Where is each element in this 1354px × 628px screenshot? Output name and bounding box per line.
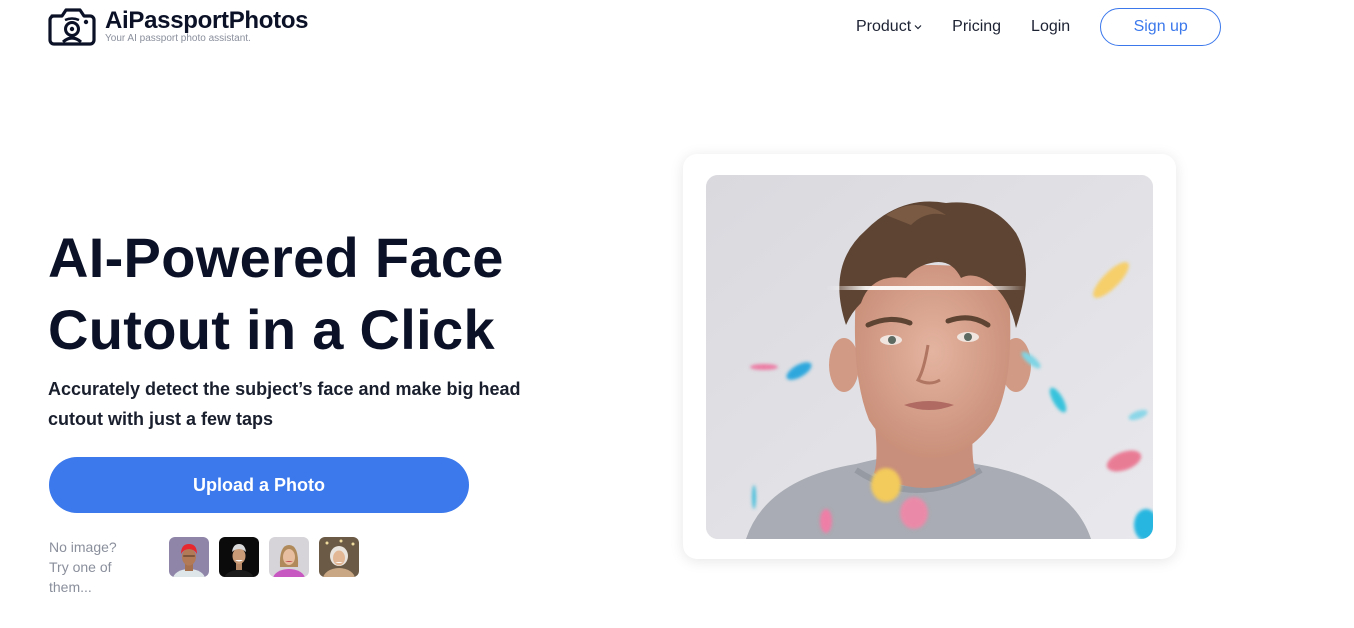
sample-red-hair-person[interactable] xyxy=(169,537,209,577)
header: AiPassportPhotos Your AI passport photo … xyxy=(0,0,1354,56)
hero-title-line1: AI-Powered Face xyxy=(48,226,504,289)
main-nav: Product Pricing Login Sign up xyxy=(856,8,1222,46)
hero-title: AI-Powered Face Cutout in a Click xyxy=(48,222,568,366)
hero-title-line2: Cutout in a Click xyxy=(48,298,495,361)
young-man-with-confetti-image xyxy=(706,175,1153,539)
sample-images xyxy=(169,537,369,577)
signup-button[interactable]: Sign up xyxy=(1100,8,1222,46)
logo-link[interactable]: AiPassportPhotos Your AI passport photo … xyxy=(48,6,309,46)
nav-product-label: Product xyxy=(856,18,912,35)
nav-product-menu[interactable]: Product xyxy=(856,18,922,36)
sample-woman-pink-top[interactable] xyxy=(269,537,309,577)
hero-subtitle: Accurately detect the subject’s face and… xyxy=(48,379,521,429)
camera-icon xyxy=(48,8,96,46)
sample-elderly-woman[interactable] xyxy=(319,537,359,577)
sample-images-label: No image? Try one of them... xyxy=(49,539,117,595)
brand-name: AiPassportPhotos xyxy=(105,6,309,34)
brand-tagline: Your AI passport photo assistant. xyxy=(105,32,251,44)
upload-photo-button[interactable]: Upload a Photo xyxy=(49,457,469,513)
sample-man-black-background[interactable] xyxy=(219,537,259,577)
preview-card xyxy=(683,154,1176,559)
nav-pricing-link[interactable]: Pricing xyxy=(952,18,1001,36)
preview-photo xyxy=(706,175,1153,539)
chevron-down-icon xyxy=(914,25,922,30)
nav-login-link[interactable]: Login xyxy=(1031,18,1070,36)
